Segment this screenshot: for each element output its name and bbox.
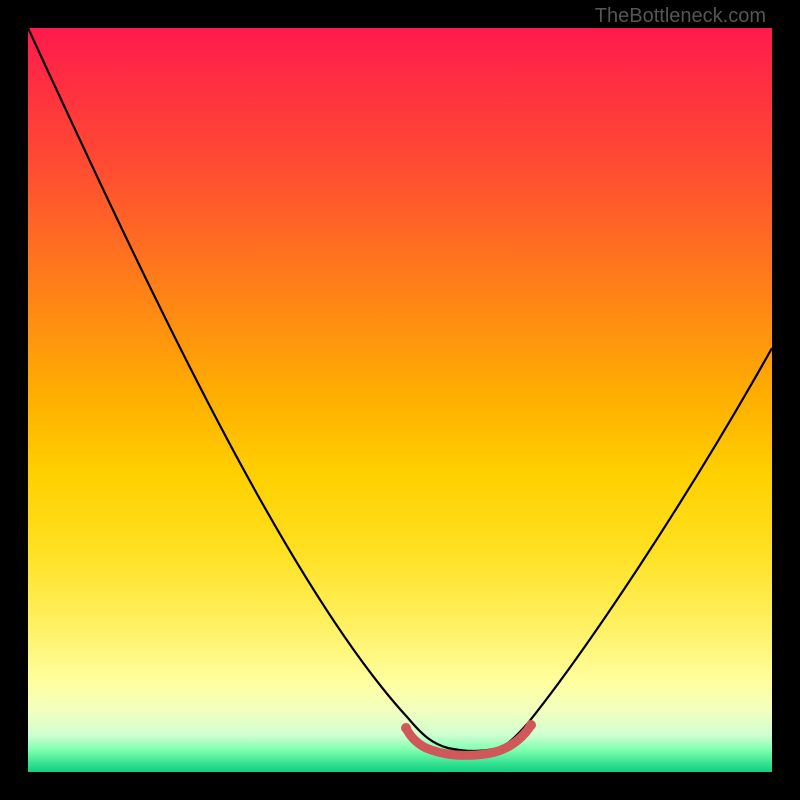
marker-dot-right <box>526 720 536 730</box>
bottleneck-curve-path <box>28 28 772 751</box>
watermark-text: TheBottleneck.com <box>595 5 766 28</box>
optimal-zone-marker-path <box>406 725 531 755</box>
bottleneck-chart: TheBottleneck.com <box>0 0 800 800</box>
marker-dot-left <box>401 723 411 733</box>
plot-area <box>28 28 772 772</box>
chart-svg <box>28 28 772 772</box>
